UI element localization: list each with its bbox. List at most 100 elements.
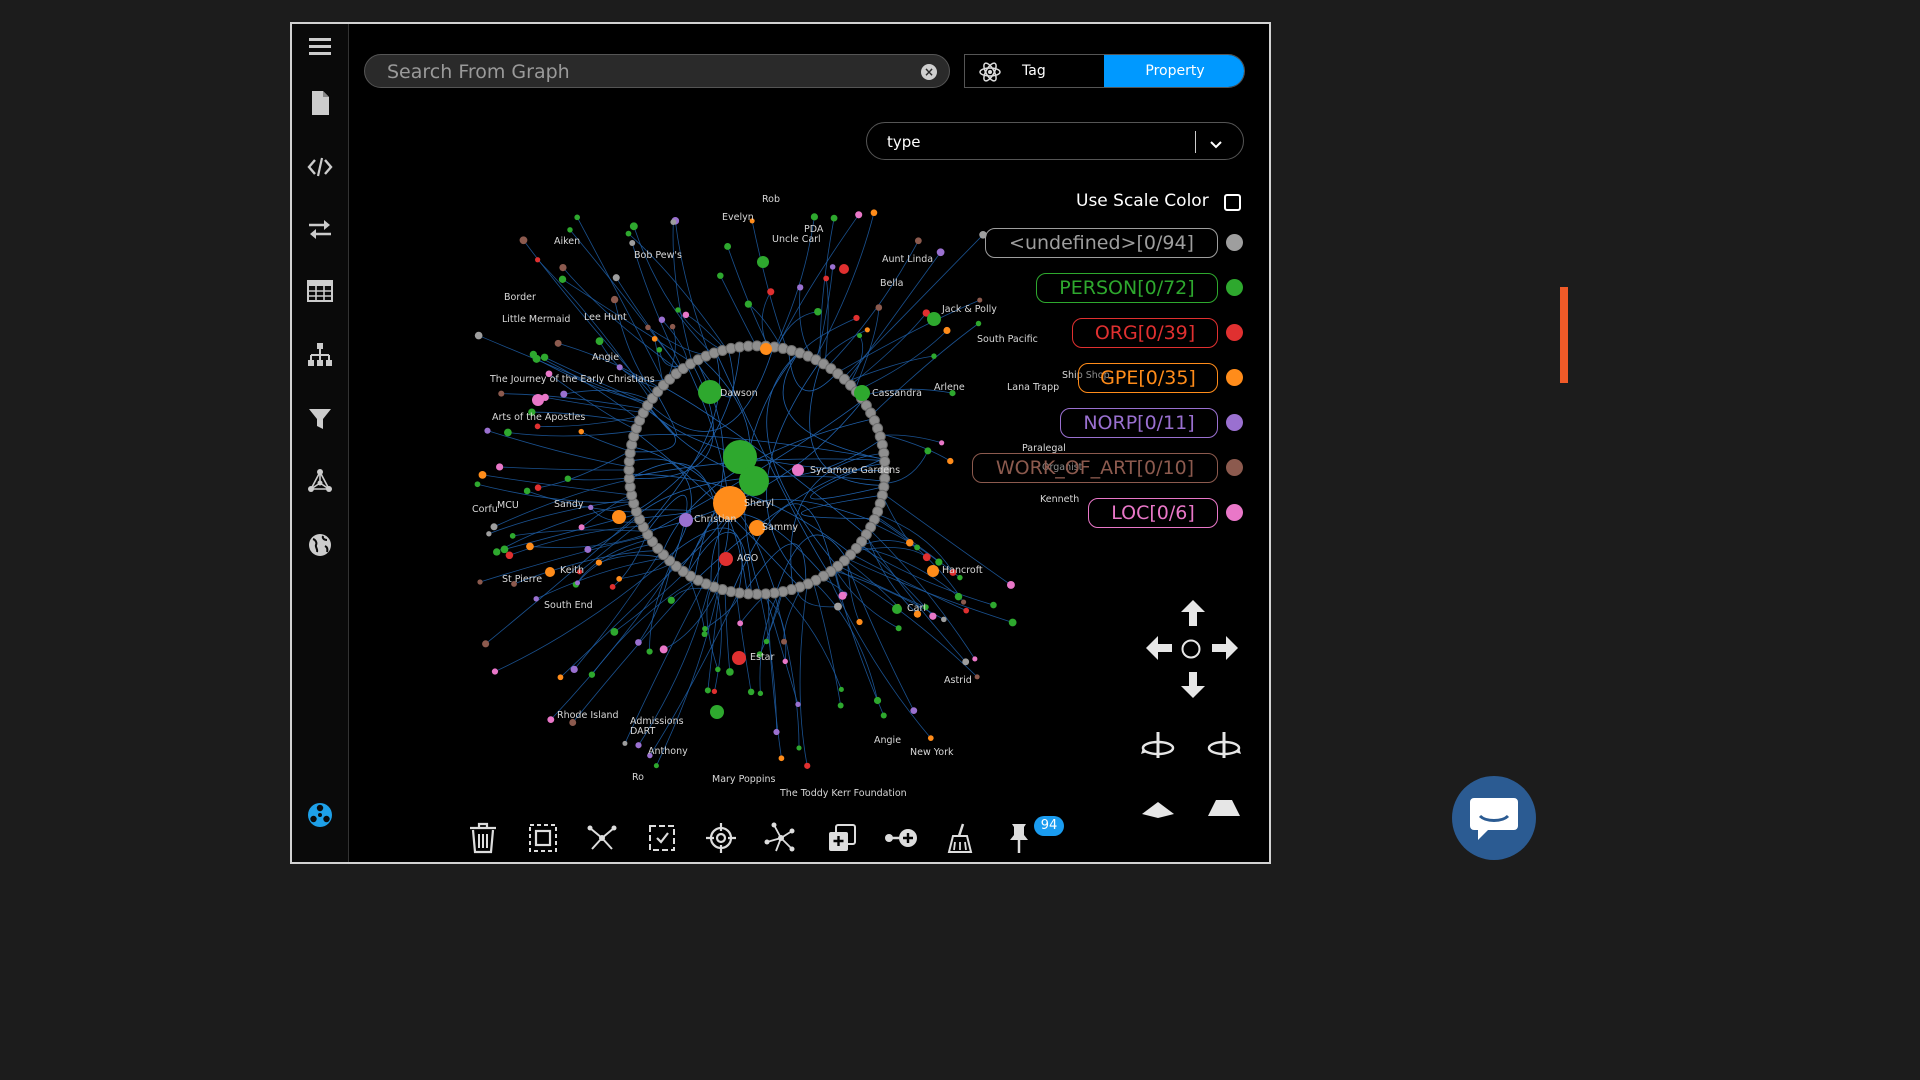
graph-node[interactable] <box>595 337 604 346</box>
property-mode-button[interactable]: Property <box>1104 55 1244 87</box>
legend-item[interactable]: NORP[0/11] <box>1060 408 1218 438</box>
graph-node[interactable] <box>534 484 542 491</box>
legend-item[interactable]: WORK_OF_ART[0/10] <box>972 453 1218 483</box>
graph-node[interactable] <box>781 638 787 645</box>
graph-node[interactable] <box>990 601 997 609</box>
graph-node[interactable] <box>947 457 954 465</box>
graph-node[interactable] <box>830 214 838 222</box>
graph-node[interactable] <box>667 596 675 604</box>
graph-node[interactable] <box>482 640 490 648</box>
graph-node[interactable] <box>854 385 870 401</box>
graph-node[interactable] <box>895 625 902 632</box>
graph-node[interactable] <box>610 295 619 304</box>
graph-node[interactable] <box>914 237 922 245</box>
add-connection-icon[interactable] <box>883 820 919 856</box>
graph-node[interactable] <box>763 638 770 645</box>
graph-node[interactable] <box>616 364 623 371</box>
graph-node[interactable] <box>710 705 724 719</box>
graph-node[interactable] <box>498 390 505 397</box>
graph-node[interactable] <box>554 339 562 347</box>
graph-node[interactable] <box>975 320 982 327</box>
graph-node[interactable] <box>675 307 681 313</box>
graph-node[interactable] <box>670 219 677 226</box>
graph-node[interactable] <box>490 523 498 531</box>
arrow-down-icon[interactable] <box>1179 670 1207 700</box>
graph-network-icon[interactable] <box>305 466 335 496</box>
legend-item[interactable]: <undefined>[0/94] <box>985 228 1218 258</box>
graph-node[interactable] <box>914 544 921 551</box>
graph-node[interactable] <box>570 665 578 674</box>
filter-icon[interactable] <box>305 404 335 434</box>
graph-node[interactable] <box>491 668 499 675</box>
graph-node[interactable] <box>931 353 937 359</box>
graph-node[interactable] <box>610 627 619 636</box>
graph-node[interactable] <box>760 343 772 355</box>
graph-node[interactable] <box>653 763 659 769</box>
graph-node[interactable] <box>493 548 501 556</box>
graph-node[interactable] <box>669 323 676 330</box>
use-scale-color-checkbox[interactable] <box>1224 194 1241 211</box>
target-icon[interactable] <box>703 820 739 856</box>
graph-node[interactable] <box>906 538 914 547</box>
graph-node[interactable] <box>595 559 603 566</box>
rotate-right-icon[interactable] <box>1206 728 1242 764</box>
rotate-left-icon[interactable] <box>1140 728 1176 764</box>
transfer-icon[interactable] <box>305 214 335 244</box>
hierarchy-icon[interactable] <box>305 340 335 370</box>
graph-node[interactable] <box>927 565 939 577</box>
graph-node[interactable] <box>838 686 844 693</box>
menu-icon[interactable] <box>305 32 335 62</box>
graph-node[interactable] <box>535 257 541 263</box>
tilt-down-icon[interactable] <box>1140 800 1176 820</box>
graph-node[interactable] <box>659 645 668 654</box>
graph-node[interactable] <box>782 658 788 665</box>
graph-node[interactable] <box>943 326 951 335</box>
graph-node[interactable] <box>635 742 642 749</box>
graph-node[interactable] <box>496 463 504 471</box>
legend-item[interactable]: LOC[0/6] <box>1088 498 1218 528</box>
page-scrollbar-thumb[interactable] <box>1560 287 1568 383</box>
graph-node[interactable] <box>717 272 724 279</box>
graph-node[interactable] <box>578 428 584 435</box>
graph-node[interactable] <box>509 533 516 539</box>
graph-node[interactable] <box>645 324 651 331</box>
graph-node[interactable] <box>698 380 722 404</box>
graph-node[interactable] <box>732 651 746 665</box>
graph-node[interactable] <box>560 390 568 398</box>
graph-node[interactable] <box>796 745 802 751</box>
property-select[interactable]: type <box>866 122 1244 160</box>
graph-node[interactable] <box>855 211 863 219</box>
chat-button[interactable] <box>1452 776 1536 860</box>
graph-node[interactable] <box>474 481 481 488</box>
graph-node[interactable] <box>505 551 514 560</box>
graph-node[interactable] <box>839 264 849 274</box>
graph-node[interactable] <box>864 327 870 333</box>
graph-node[interactable] <box>719 552 733 566</box>
graph-node[interactable] <box>584 546 592 553</box>
graph-node[interactable] <box>960 599 967 605</box>
graph-node[interactable] <box>578 524 585 531</box>
search-input[interactable] <box>385 57 909 87</box>
graph-node[interactable] <box>612 274 620 282</box>
graph-node[interactable] <box>910 707 918 715</box>
broom-clear-icon[interactable] <box>942 820 978 856</box>
graph-node[interactable] <box>962 658 970 666</box>
graph-node[interactable] <box>658 316 666 323</box>
legend-item[interactable]: PERSON[0/72] <box>1036 273 1218 303</box>
graph-node[interactable] <box>629 222 638 231</box>
graph-node[interactable] <box>715 666 721 673</box>
table-icon[interactable] <box>305 276 335 306</box>
graph-node[interactable] <box>612 510 626 524</box>
graph-node[interactable] <box>857 333 863 339</box>
delete-icon[interactable] <box>465 820 501 856</box>
graph-node[interactable] <box>757 256 769 268</box>
graph-node[interactable] <box>622 740 628 746</box>
graph-node[interactable] <box>616 576 623 582</box>
graph-node[interactable] <box>711 688 718 695</box>
reset-view-icon[interactable] <box>1180 638 1202 660</box>
graph-node[interactable] <box>810 213 819 221</box>
graph-node[interactable] <box>702 625 708 632</box>
graph-node[interactable] <box>519 236 528 245</box>
graph-node[interactable] <box>747 688 755 696</box>
graph-node[interactable] <box>558 275 567 283</box>
